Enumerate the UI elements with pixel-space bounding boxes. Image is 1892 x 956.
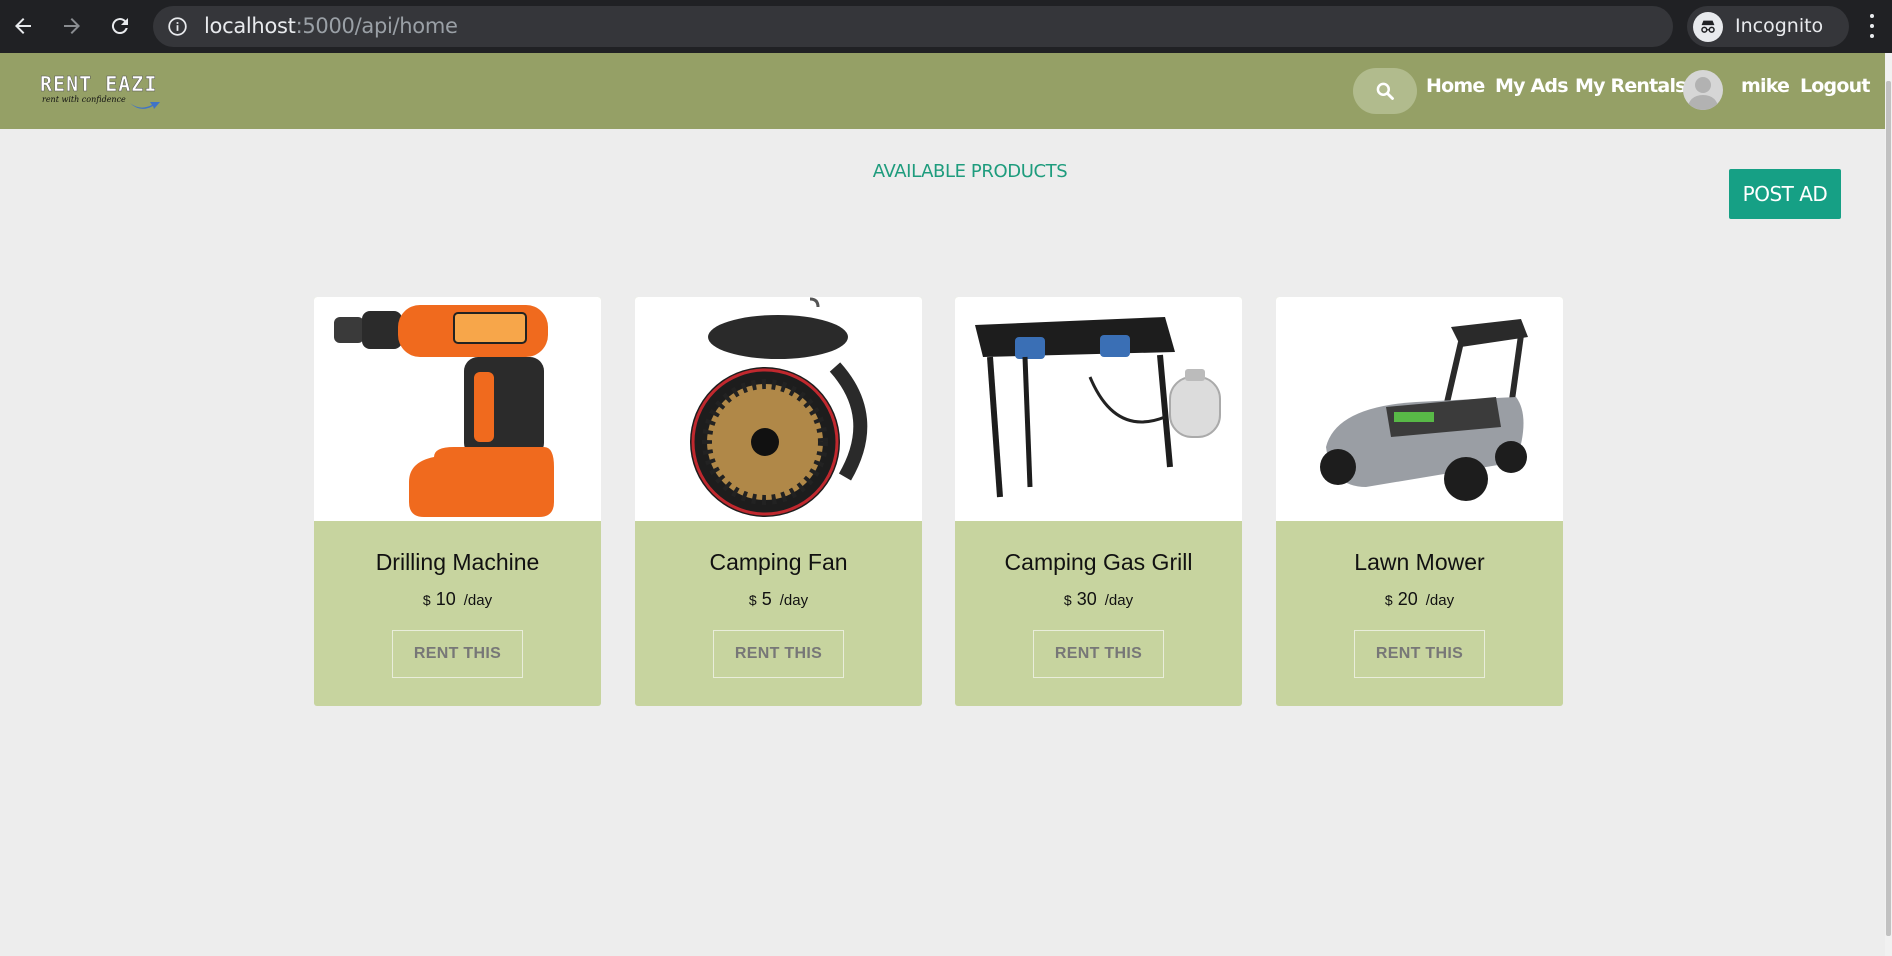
url-text[interactable]: localhost:5000/api/home bbox=[204, 6, 458, 47]
grill-icon bbox=[975, 317, 1221, 498]
fan-icon bbox=[690, 297, 868, 517]
url-path: :5000/api/home bbox=[295, 14, 458, 38]
price-unit: /day bbox=[779, 592, 809, 609]
product-image[interactable] bbox=[635, 297, 922, 521]
nav-home[interactable]: Home bbox=[1426, 75, 1485, 97]
product-title: Lawn Mower bbox=[1354, 549, 1485, 575]
product-card: Drilling Machine $ 10/day RENT THIS bbox=[314, 297, 601, 706]
address-bar[interactable]: localhost:5000/api/home bbox=[153, 6, 1806, 47]
product-title: Drilling Machine bbox=[375, 549, 540, 575]
price-unit: /day bbox=[1104, 592, 1134, 609]
nav-logout[interactable]: Logout bbox=[1800, 75, 1870, 97]
info-icon[interactable] bbox=[167, 16, 188, 37]
user-avatar-icon bbox=[1687, 77, 1719, 110]
reload-button[interactable] bbox=[103, 9, 137, 43]
post-ad-button[interactable]: POST AD bbox=[1729, 169, 1841, 219]
product-title: Camping Fan bbox=[709, 549, 848, 575]
rent-this-button[interactable]: RENT THIS bbox=[1354, 630, 1485, 678]
nav-my-rentals[interactable]: My Rentals bbox=[1575, 75, 1686, 97]
price-currency: $ bbox=[1063, 592, 1072, 608]
page-title: AVAILABLE PRODUCTS bbox=[872, 161, 1068, 182]
url-host: localhost bbox=[204, 14, 296, 38]
profile-button[interactable]: Incognito (2) bbox=[1687, 6, 1849, 78]
scrollbar-thumb[interactable] bbox=[1886, 81, 1891, 936]
price-value: 20 bbox=[1397, 589, 1418, 609]
product-card: Camping Fan $ 5/day RENT THIS bbox=[635, 297, 922, 706]
product-card: Lawn Mower $ 20/day RENT THIS bbox=[1276, 297, 1563, 706]
mower-icon bbox=[1320, 319, 1528, 501]
incognito-icon bbox=[1693, 12, 1723, 42]
browser-menu-icon[interactable] bbox=[1868, 14, 1876, 38]
nav-my-ads[interactable]: My Ads bbox=[1495, 75, 1569, 97]
search-icon bbox=[1376, 82, 1394, 100]
avatar[interactable] bbox=[1683, 70, 1723, 110]
price-unit: /day bbox=[463, 592, 493, 609]
product-image[interactable] bbox=[1276, 297, 1563, 521]
rent-this-button[interactable]: RENT THIS bbox=[713, 630, 844, 678]
logo-swoosh-icon bbox=[130, 102, 160, 109]
product-title: Camping Gas Grill bbox=[1004, 549, 1193, 575]
nav-username[interactable]: mike bbox=[1741, 75, 1790, 97]
page-scrollbar[interactable] bbox=[1885, 53, 1892, 956]
browser-toolbar: localhost:5000/api/home Incognito (2) bbox=[0, 0, 1892, 78]
search-button[interactable] bbox=[1353, 68, 1417, 114]
price-value: 10 bbox=[435, 589, 456, 609]
site-logo[interactable]: RENT EAZI rent with confidence bbox=[40, 73, 170, 113]
product-price: $ 5/day bbox=[635, 589, 922, 610]
product-image[interactable] bbox=[955, 297, 1242, 521]
price-currency: $ bbox=[422, 592, 431, 608]
arrow-right-icon bbox=[64, 18, 80, 34]
product-price: $ 10/day bbox=[314, 589, 601, 610]
product-card: Camping Gas Grill $ 30/day RENT THIS bbox=[955, 297, 1242, 706]
product-price: $ 30/day bbox=[955, 589, 1242, 610]
forward-button[interactable] bbox=[55, 9, 89, 43]
logo-text: RENT EAZI bbox=[40, 72, 158, 96]
reload-icon bbox=[111, 18, 128, 35]
product-image[interactable] bbox=[314, 297, 601, 521]
rent-this-button[interactable]: RENT THIS bbox=[1033, 630, 1164, 678]
price-unit: /day bbox=[1425, 592, 1455, 609]
arrow-left-icon bbox=[15, 18, 31, 34]
rent-this-button[interactable]: RENT THIS bbox=[392, 630, 523, 678]
site-header: RENT EAZI rent with confidence Home My A… bbox=[0, 53, 1885, 129]
product-price: $ 20/day bbox=[1276, 589, 1563, 610]
drill-icon bbox=[334, 305, 554, 517]
price-value: 5 bbox=[761, 589, 772, 609]
price-currency: $ bbox=[748, 592, 757, 608]
price-value: 30 bbox=[1076, 589, 1097, 609]
back-button[interactable] bbox=[6, 9, 40, 43]
price-currency: $ bbox=[1384, 592, 1393, 608]
